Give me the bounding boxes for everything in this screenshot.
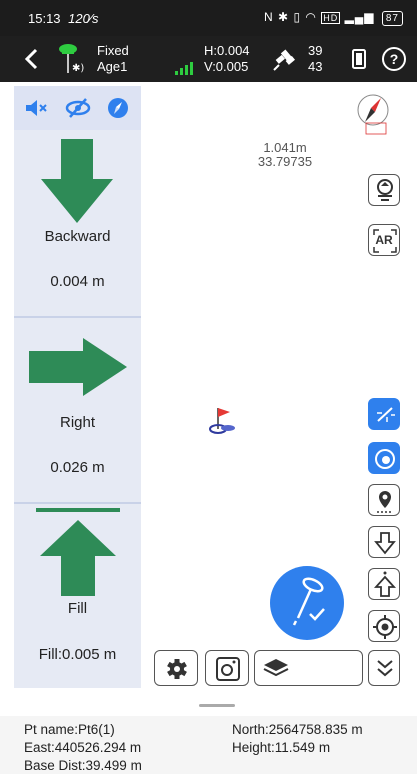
vibrate-icon: ▯	[293, 10, 302, 24]
signal-icon: ▂▄▆	[344, 10, 375, 24]
arrow-down-icon	[374, 532, 396, 555]
map-pin-layers-icon	[377, 179, 393, 201]
direction-value-3: Fill:0.005 m	[38, 646, 117, 663]
compass-button[interactable]	[106, 96, 130, 120]
rover-antenna-icon[interactable]: ✱)	[52, 41, 88, 77]
direction-label-3: Fill	[67, 600, 88, 617]
visibility-toggle[interactable]	[64, 96, 92, 120]
status-time: 15:13 120⁄s	[28, 11, 99, 26]
center-position-button[interactable]	[368, 610, 400, 642]
speaker-mute-icon	[26, 100, 47, 116]
layers-icon	[263, 659, 289, 677]
svg-text:✱): ✱)	[72, 63, 84, 74]
target-circle-icon	[375, 449, 395, 469]
target-bearing: 33.79735	[257, 154, 313, 169]
clock-text: 15:13	[28, 11, 61, 26]
survey-header: ✱) Fixed Age1 H:0.004 V:0.005 39 43 ?	[0, 36, 417, 82]
gear-icon	[167, 659, 187, 679]
layers-button[interactable]	[254, 650, 363, 686]
camera-icon	[216, 657, 240, 681]
location-gear-icon	[377, 491, 393, 513]
laser-beam-icon	[377, 407, 395, 422]
layer-point-button[interactable]	[368, 174, 400, 206]
laser-button[interactable]	[368, 398, 400, 430]
wifi-icon: ◠	[305, 10, 317, 24]
target-distance: 1.041m	[263, 140, 307, 155]
v-precision: V:0.005	[204, 59, 249, 74]
section-divider	[14, 316, 141, 318]
hd-icon: HD	[321, 12, 341, 24]
point-settings-button[interactable]	[368, 484, 400, 516]
status-bar: 15:13 120⁄s N ✱ ▯ ◠ HD ▂▄▆ 87	[0, 0, 417, 36]
east-coordinate: East:440526.294 m	[24, 740, 142, 755]
compass-icon	[108, 98, 128, 118]
base-distance: Base Dist:39.499 m	[24, 758, 142, 773]
age-label: Age1	[97, 59, 128, 74]
point-info-panel: Pt name:Pt6(1) North:2564758.835 m East:…	[0, 716, 417, 774]
fill-arrow-icon	[36, 508, 120, 596]
h-precision: H:0.004	[204, 43, 250, 58]
target-button[interactable]	[368, 442, 400, 474]
move-up-button[interactable]	[368, 568, 400, 600]
backward-arrow-icon	[41, 139, 113, 223]
bluetooth-icon: ✱	[278, 10, 290, 24]
height-value: Height:11.549 m	[232, 740, 331, 755]
chevron-left-icon	[24, 48, 38, 70]
help-icon: ?	[382, 47, 406, 71]
back-button[interactable]	[20, 45, 44, 73]
mute-button[interactable]	[24, 97, 50, 119]
north-compass-icon[interactable]	[356, 90, 390, 136]
ar-label: AR	[375, 233, 393, 247]
fix-status: Fixed	[97, 43, 129, 58]
measure-point-button[interactable]	[270, 566, 344, 640]
svg-text:?: ?	[390, 51, 399, 67]
drag-handle[interactable]	[199, 704, 235, 707]
settings-button[interactable]	[154, 650, 198, 686]
help-button[interactable]: ?	[381, 46, 407, 72]
satellite-icon[interactable]	[270, 44, 300, 74]
network-speed: 120⁄s	[68, 11, 99, 26]
current-position-marker-icon	[206, 405, 240, 437]
crosshair-icon	[373, 615, 397, 639]
chevron-double-down-icon	[377, 660, 393, 677]
satellites-visible: 43	[308, 59, 323, 74]
arrow-up-icon	[373, 571, 397, 597]
direction-label-1: Backward	[44, 228, 111, 245]
section-divider	[14, 502, 141, 504]
point-name: Pt name:Pt6(1)	[24, 722, 115, 737]
move-down-button[interactable]	[368, 526, 400, 558]
expand-button[interactable]	[368, 650, 400, 686]
photo-point-button[interactable]	[205, 650, 249, 686]
status-icons: N ✱ ▯ ◠ HD ▂▄▆ 87	[264, 10, 403, 26]
eye-off-icon	[65, 98, 91, 118]
direction-label-2: Right	[59, 414, 96, 431]
satellites-used: 39	[308, 43, 323, 58]
survey-pole-check-icon	[292, 577, 325, 626]
controller-battery-icon[interactable]	[350, 48, 370, 70]
signal-strength-icon	[174, 60, 196, 76]
north-coordinate: North:2564758.835 m	[232, 722, 363, 737]
nfc-icon: N	[264, 10, 274, 24]
panel-toolbar	[14, 86, 141, 130]
right-arrow-icon	[29, 338, 127, 396]
direction-value-2: 0.026 m	[50, 459, 105, 476]
direction-value-1: 0.004 m	[50, 273, 105, 290]
battery-icon: 87	[381, 11, 403, 26]
ar-button[interactable]: AR	[368, 224, 400, 256]
